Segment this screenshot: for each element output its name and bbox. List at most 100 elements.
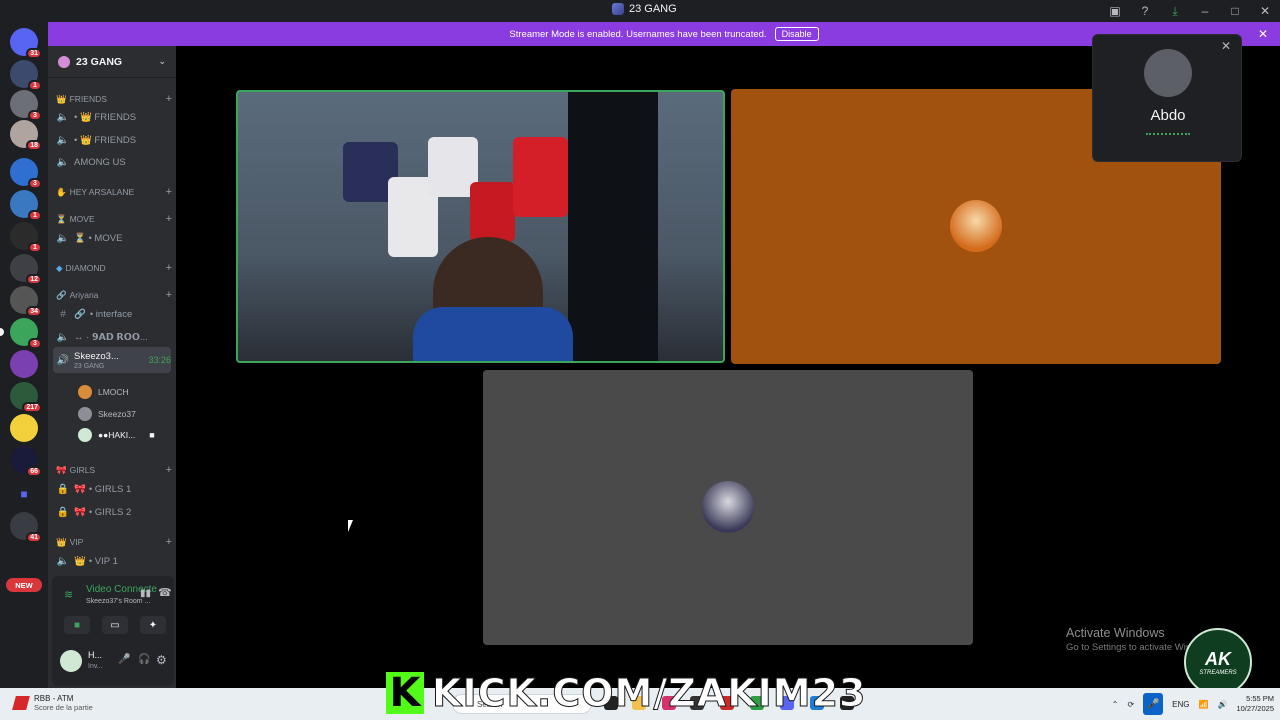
microphone-icon[interactable]: 🎤 [118,654,130,665]
minimize-icon[interactable]: – [1190,0,1220,22]
category-move[interactable]: ⏳ MOVE + [56,210,172,228]
speaker-icon: 🔈 [56,555,70,567]
chevron-up-icon[interactable]: ⌃ [1112,700,1119,709]
add-channel-icon[interactable]: + [166,464,172,476]
participant-avatar [950,200,1002,252]
news-widget[interactable]: RBB - ATM Score de la partie [12,694,93,712]
disconnect-icon[interactable]: ☎ [158,586,172,599]
banner-close-icon[interactable]: ✕ [1258,27,1268,41]
add-channel-icon[interactable]: + [166,289,172,301]
user-name[interactable]: H... [88,650,102,660]
guild-icon[interactable]: 34 [10,286,42,317]
language-indicator[interactable]: ENG [1172,700,1189,709]
folder-icon[interactable]: ■ [10,480,38,508]
category-label: MOVE [69,214,95,224]
avatar [78,428,92,442]
clock[interactable]: 5:55 PM 10/27/2025 [1236,694,1274,714]
category-label: DIAMOND [65,263,106,273]
maximize-icon[interactable]: □ [1220,0,1250,22]
guild-icon[interactable]: 3 [10,90,42,121]
headphones-icon[interactable]: 🎧 [138,654,150,665]
category-friends[interactable]: 👑 FRIENDS + [56,90,172,108]
guild-icon[interactable]: 1 [10,222,42,253]
speaker-icon: 🔈 [56,331,70,343]
channel-label: • VIP 1 [88,555,118,567]
guild-icon[interactable]: 1 [10,60,42,91]
call-popup[interactable]: ✕ Abdo [1092,34,1242,162]
add-channel-icon[interactable]: + [166,93,172,105]
shirt-decoration [413,307,573,361]
guild-icon[interactable]: 3 [0,318,42,349]
guild-icon[interactable]: 18 [10,120,42,151]
category-hey-arsalane[interactable]: ✋ HEY ARSALANE + [56,183,172,201]
voice-channel-bad-room[interactable]: 🔈 ↔ · 𝟵𝗔𝗗 𝗥𝗢𝗢... [56,328,172,346]
add-channel-icon[interactable]: + [166,213,172,225]
voice-channel-vip-1[interactable]: 🔈 👑 • VIP 1 [56,552,172,570]
close-icon[interactable]: ✕ [1221,39,1231,53]
close-icon[interactable]: ✕ [1250,0,1280,22]
microphone-icon[interactable]: 🎤 [1143,693,1164,715]
user-avatar[interactable] [60,650,82,672]
inbox-icon[interactable]: ▣ [1100,0,1130,22]
guild-icon[interactable]: 3 [10,158,42,189]
active-channel-server: 23 GANG [74,362,105,370]
voice-channel-friends-2[interactable]: 🔈 • 👑 FRIENDS [56,131,172,149]
guild-icon[interactable]: 41 [10,512,42,543]
video-tile-avatar[interactable] [483,370,973,645]
guild-icon[interactable]: 217 [10,382,42,413]
new-badge[interactable]: NEW [6,578,42,592]
category-ariyana[interactable]: 🔗 Ariyana + [56,286,172,304]
channel-sidebar: 23 GANG ⌄ 👑 FRIENDS + 🔈 • 👑 FRIENDS 🔈 • … [48,46,176,688]
ringing-indicator [1146,133,1190,135]
direct-messages-icon[interactable]: 31 [10,28,42,59]
chevron-down-icon[interactable]: ⌄ [158,56,166,67]
video-tile-camera[interactable] [236,90,725,363]
download-icon[interactable]: ⤓ [1160,0,1190,22]
voice-channel-girls-1[interactable]: 🔒 🎀 • GIRLS 1 [56,480,172,498]
category-diamond[interactable]: ◆ DIAMOND + [56,259,172,277]
sync-icon[interactable]: ⟳ [1127,700,1134,709]
add-channel-icon[interactable]: + [166,186,172,198]
voice-channel-move[interactable]: 🔈 ⏳ • MOVE [56,229,172,247]
guild-icon[interactable]: 66 [10,446,42,477]
add-channel-icon[interactable]: + [166,262,172,274]
news-title: RBB - ATM [34,694,74,703]
screen-share-icon: ▭ [110,619,120,631]
voice-channel-girls-2[interactable]: 🔒 🎀 • GIRLS 2 [56,503,172,521]
activities-button[interactable]: ✦ [140,616,166,634]
guild-icon[interactable] [10,414,38,442]
voice-channel-among-us[interactable]: 🔈 AMONG US [56,153,172,171]
voice-member[interactable]: ●●HAKI... ■ [78,427,155,443]
wifi-icon[interactable]: 📶 [1199,700,1209,709]
activities-icon: ✦ [148,619,158,631]
voice-member[interactable]: LMOCH [78,384,129,400]
screen-share-button[interactable]: ▭ [102,616,128,634]
selected-indicator [0,328,4,336]
clock-time: 5:55 PM [1246,694,1274,703]
link-icon: 🔗 [74,308,86,320]
settings-gear-icon[interactable]: ⚙ [156,653,167,667]
add-channel-icon[interactable]: + [166,536,172,548]
voice-channel-friends-1[interactable]: 🔈 • 👑 FRIENDS [56,108,172,126]
disable-button[interactable]: Disable [774,27,819,41]
guild-icon[interactable] [10,350,38,378]
member-name: LMOCH [98,387,129,397]
caller-avatar [1144,49,1192,97]
volume-icon[interactable]: 🔊 [1217,700,1227,709]
category-vip[interactable]: 👑 VIP + [56,533,172,551]
link-icon: 🔗 [56,289,67,300]
guild-icon[interactable]: 1 [10,190,42,221]
server-header[interactable]: 23 GANG ⌄ [48,46,176,78]
bow-icon: 🎀 [74,506,86,518]
help-icon[interactable]: ? [1130,0,1160,22]
noise-suppression-icon[interactable]: ▮▮ [140,588,151,599]
voice-channel-active[interactable]: 🔊 Skeezo3... 23 GANG 33:26 [53,347,171,373]
text-channel-interface[interactable]: # 🔗 • interface [56,305,172,323]
voice-member[interactable]: Skeezo37 [78,406,136,422]
guild-icon[interactable]: 12 [10,254,42,285]
category-girls[interactable]: 🎀 GIRLS + [56,461,172,479]
diamond-icon: ◆ [56,262,63,273]
camera-button[interactable]: ■ [64,616,90,634]
member-name: ●●HAKI... [98,430,136,440]
connection-room[interactable]: Skeezo37's Room ... [86,598,150,605]
